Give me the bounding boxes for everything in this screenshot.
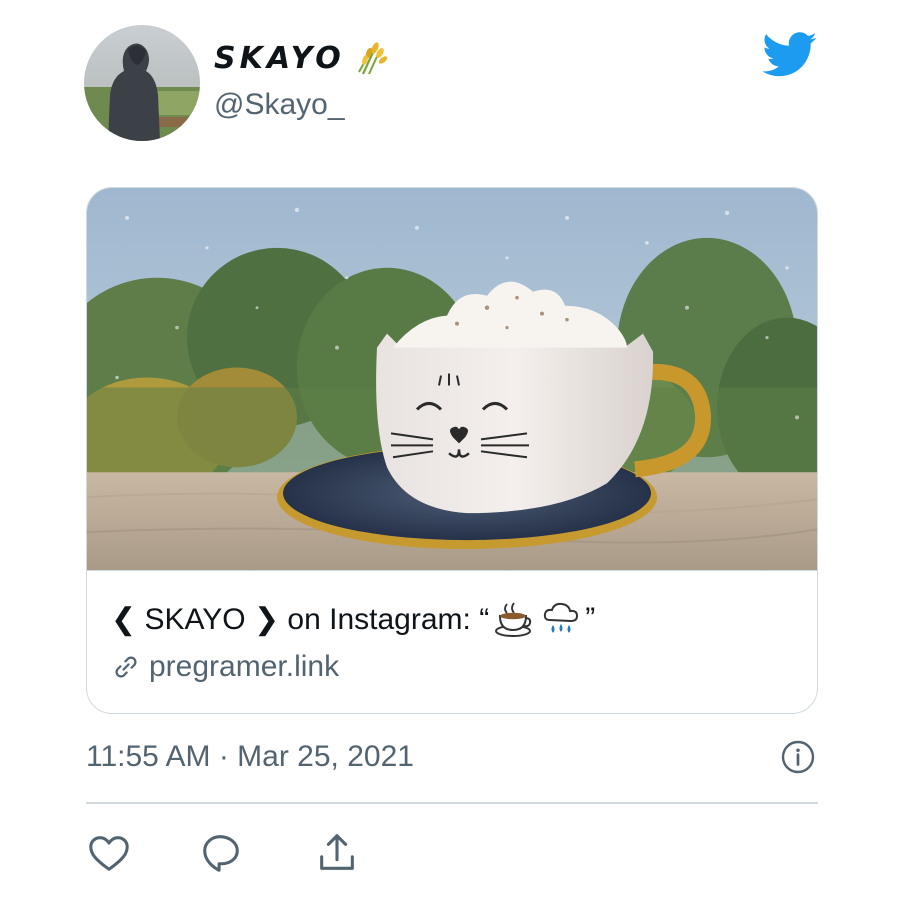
- card-title-suffix: ”: [585, 602, 596, 635]
- share-button[interactable]: [314, 830, 360, 876]
- card-link-text: pregramer.link: [149, 650, 340, 683]
- card-link[interactable]: pregramer.link: [111, 650, 339, 684]
- card-title-prefix: ❮ SKAYO ❯ on Instagram: “: [111, 602, 490, 636]
- author-avatar[interactable]: [84, 25, 200, 141]
- info-icon[interactable]: [780, 739, 816, 775]
- heart-icon: [89, 836, 129, 871]
- sheaf-of-rice-icon: [355, 40, 389, 76]
- link-icon: [115, 656, 137, 678]
- share-upload-icon: [320, 834, 354, 870]
- twitter-bird-icon[interactable]: [762, 32, 818, 78]
- tweet-timestamp[interactable]: 11:55 AM · Mar 25, 2021: [86, 740, 414, 774]
- cloud-with-rain-icon: [541, 600, 581, 638]
- speech-bubble-icon: [203, 835, 239, 872]
- card-title[interactable]: ❮ SKAYO ❯ on Instagram: “ ”: [111, 600, 595, 638]
- like-button[interactable]: [86, 830, 132, 876]
- hot-beverage-icon: [493, 600, 533, 638]
- display-name-text: SKAYO: [214, 40, 345, 76]
- reply-button[interactable]: [198, 830, 244, 876]
- card-preview-image: [87, 188, 817, 571]
- link-preview-card[interactable]: ❮ SKAYO ❯ on Instagram: “ ” pregramer.li…: [86, 187, 818, 714]
- divider: [86, 802, 818, 804]
- author-handle[interactable]: @Skayo_: [214, 88, 345, 122]
- author-display-name[interactable]: SKAYO: [214, 40, 389, 76]
